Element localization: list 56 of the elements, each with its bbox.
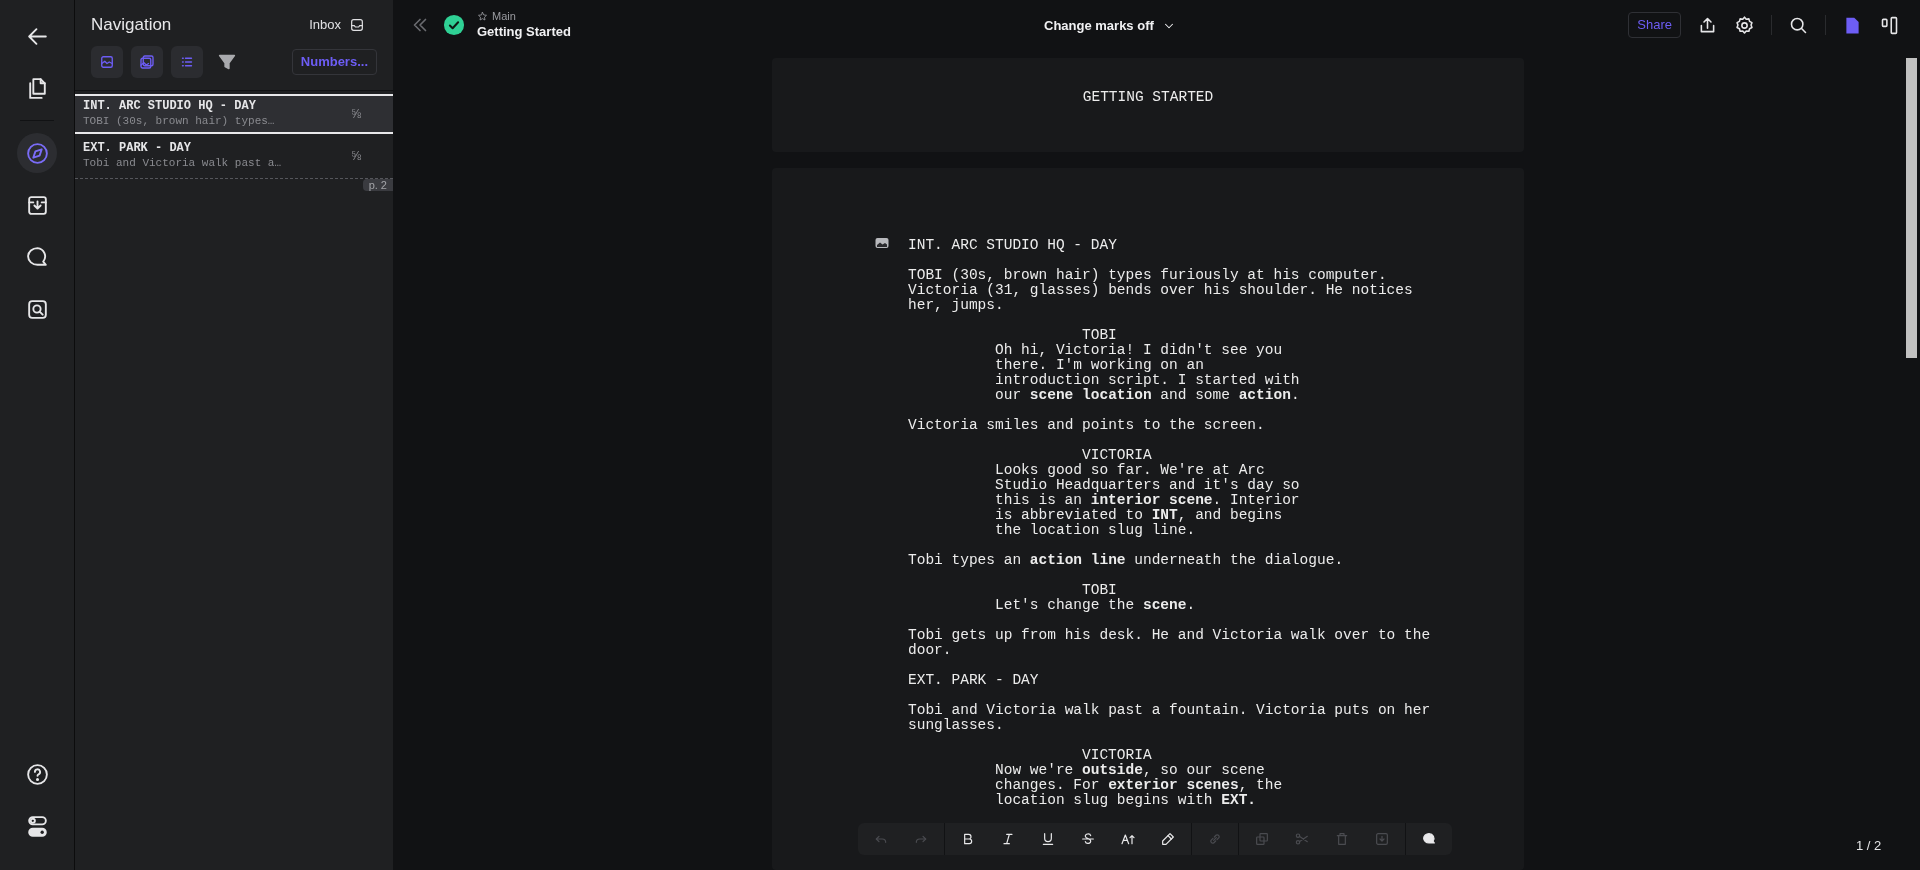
change-marks-dropdown[interactable]: Change marks off — [1044, 16, 1176, 36]
script-title: GETTING STARTED — [1082, 88, 1214, 107]
pencil-icon — [1160, 831, 1176, 847]
scene-heading: EXT. PARK - DAY — [908, 672, 1039, 688]
view-button[interactable] — [91, 45, 123, 78]
insert-box-icon — [1374, 831, 1390, 847]
action-line: TOBI (30s, brown hair) types furiously at his computer. Victoria (31, glasses) bends over his shoulder. He notices her, jumps. — [908, 267, 1413, 313]
action-line: Tobi types an action line underneath the dialogue. — [908, 552, 1344, 568]
share-button[interactable]: Share — [1628, 12, 1681, 38]
page-break-label: p. 2 — [362, 178, 393, 191]
underline-icon — [1040, 831, 1056, 847]
columns-icon[interactable] — [1879, 14, 1900, 36]
text-size-icon — [1120, 831, 1136, 847]
scene-item[interactable]: EXT. PARK - DAY Tobi and Victoria walk past a… ⅝ — [75, 135, 393, 176]
compass-icon — [24, 140, 50, 166]
scene-summary: TOBI (30s, brown hair) types… — [83, 113, 276, 129]
panel-title: Navigation — [91, 14, 172, 36]
dialogue-line: Looks good so far. We're at Arc Studio Headquarters and it's day so this is an interior scene. Interior is abbreviated to INT, and begins the location slug line. — [995, 462, 1300, 538]
saved-check-icon — [443, 14, 465, 36]
view-button[interactable] — [131, 45, 163, 78]
character-name: TOBI — [1082, 327, 1117, 343]
scene-heading: EXT. PARK - DAY — [83, 140, 193, 156]
help-icon — [24, 761, 50, 787]
character-name: VICTORIA — [1082, 747, 1152, 763]
inbox-icon — [349, 16, 365, 33]
scene-item[interactable]: INT. ARC STUDIO HQ - DAY TOBI (30s, brown hair) types… ⅝ — [75, 93, 393, 134]
scene-heading: INT. ARC STUDIO HQ - DAY — [908, 237, 1117, 253]
copy-icon — [1254, 831, 1270, 847]
scene-image-icon[interactable] — [875, 237, 889, 249]
link-icon — [1207, 831, 1223, 847]
inbox-button[interactable]: Inbox — [309, 15, 377, 35]
action-line: Tobi and Victoria walk past a fountain. Victoria puts on her sunglasses. — [908, 702, 1431, 733]
view-button[interactable] — [171, 45, 203, 78]
character-name: TOBI — [1082, 582, 1117, 598]
dialogue-line: Oh hi, Victoria! I didn't see you there. I'm working on an introduction script. I started with our scene location and some action. — [995, 342, 1300, 403]
scene-length: ⅝ — [351, 105, 361, 123]
scene-heading: INT. ARC STUDIO HQ - DAY — [83, 98, 257, 114]
settings-icon[interactable] — [1734, 14, 1755, 36]
branch-label[interactable]: Main — [477, 10, 571, 24]
numbers-button[interactable]: Numbers... — [291, 48, 377, 75]
dialogue-line: Now we're outside, so our scene changes. For exterior scenes, the location slug begins with EXT. — [995, 762, 1283, 808]
scene-summary: Tobi and Victoria walk past a… — [83, 155, 283, 171]
dialogue-line: Let's change the scene. — [995, 597, 1196, 613]
italic-icon — [1000, 831, 1016, 847]
trash-icon — [1334, 831, 1350, 847]
document-title: Getting Started — [477, 23, 571, 40]
action-line: Victoria smiles and points to the screen. — [908, 417, 1265, 433]
comment-icon — [1421, 831, 1437, 847]
character-name: VICTORIA — [1082, 447, 1152, 463]
page-indicator: 1 / 2 — [1856, 837, 1882, 855]
action-line: Tobi gets up from his desk. He and Victoria walk over to the door. — [908, 627, 1431, 658]
strikethrough-icon — [1080, 831, 1096, 847]
scene-length: ⅝ — [351, 147, 361, 165]
star-icon — [477, 11, 488, 23]
image-stack-icon — [138, 52, 156, 71]
scissors-icon — [1294, 831, 1310, 847]
